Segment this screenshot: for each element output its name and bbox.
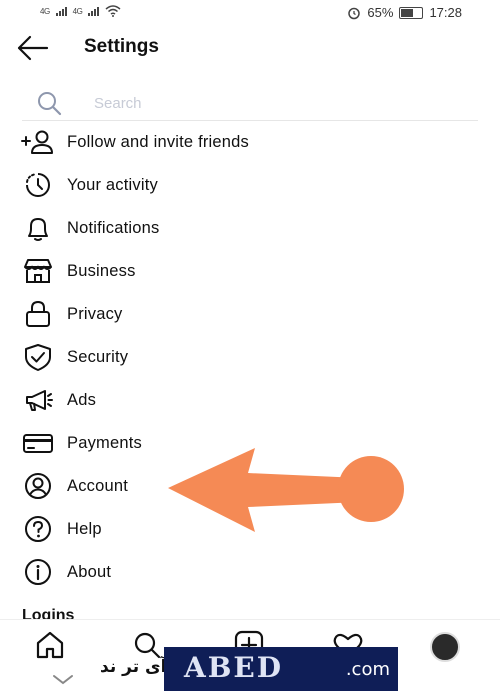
credit-card-icon — [23, 434, 53, 453]
menu-item-privacy[interactable]: Privacy — [0, 293, 500, 336]
home-icon[interactable] — [34, 630, 66, 660]
help-icon — [25, 516, 51, 542]
menu-item-security[interactable]: Security — [0, 336, 500, 379]
menu-item-label: Account — [67, 477, 129, 495]
menu-item-label: Payments — [67, 434, 142, 452]
status-bar: 4G 4G 65% 17:28 — [0, 0, 500, 26]
header: Settings — [0, 26, 500, 70]
menu-item-follow-invite[interactable]: Follow and invite friends — [0, 121, 500, 164]
activity-clock-icon — [26, 173, 50, 197]
watermark: آی تر ند ABED .com — [100, 647, 398, 691]
arrow-left-icon — [17, 35, 49, 61]
search-icon — [38, 92, 62, 116]
add-person-icon — [21, 130, 53, 154]
clock-time: 17:28 — [429, 5, 462, 20]
menu-item-label: Security — [67, 348, 129, 366]
signal-icon-2 — [88, 6, 100, 16]
alarm-icon — [348, 7, 361, 19]
menu-item-your-activity[interactable]: Your activity — [0, 164, 500, 207]
bell-icon — [28, 218, 48, 241]
menu-item-label: Privacy — [67, 305, 123, 323]
battery-percent: 65% — [367, 5, 394, 20]
lock-icon — [26, 300, 50, 327]
network-indicator: 4G — [40, 6, 50, 16]
watermark-text: آی تر ند — [100, 657, 167, 677]
menu-item-ads[interactable]: Ads — [0, 379, 500, 422]
wifi-icon — [105, 5, 121, 17]
signal-icon — [55, 6, 67, 16]
profile-avatar[interactable] — [430, 632, 460, 662]
menu-item-label: Your activity — [67, 176, 158, 194]
account-circle-icon — [25, 473, 51, 499]
menu-item-label: Business — [67, 262, 136, 280]
store-icon — [24, 259, 52, 283]
chevron-down-icon[interactable] — [52, 674, 74, 686]
menu-item-label: Help — [67, 520, 102, 538]
watermark-logo: ABED .com — [164, 647, 398, 691]
shield-check-icon — [25, 344, 51, 371]
menu-item-label: Notifications — [67, 219, 160, 237]
menu-item-label: About — [67, 563, 112, 581]
menu-item-label: Follow and invite friends — [67, 133, 250, 151]
menu-item-notifications[interactable]: Notifications — [0, 207, 500, 250]
menu-item-business[interactable]: Business — [0, 250, 500, 293]
info-icon — [25, 559, 51, 585]
menu-item-about[interactable]: About — [0, 551, 500, 594]
battery-icon — [399, 6, 424, 19]
page-title: Settings — [84, 36, 159, 57]
search-input[interactable] — [92, 90, 456, 116]
back-button[interactable] — [14, 34, 50, 62]
watermark-dotcom: .com — [345, 659, 390, 680]
menu-item-label: Ads — [67, 391, 97, 409]
search-bar — [22, 86, 478, 121]
megaphone-icon — [26, 390, 53, 411]
annotation-arrow — [168, 448, 404, 532]
network-indicator-2: 4G — [72, 6, 83, 16]
